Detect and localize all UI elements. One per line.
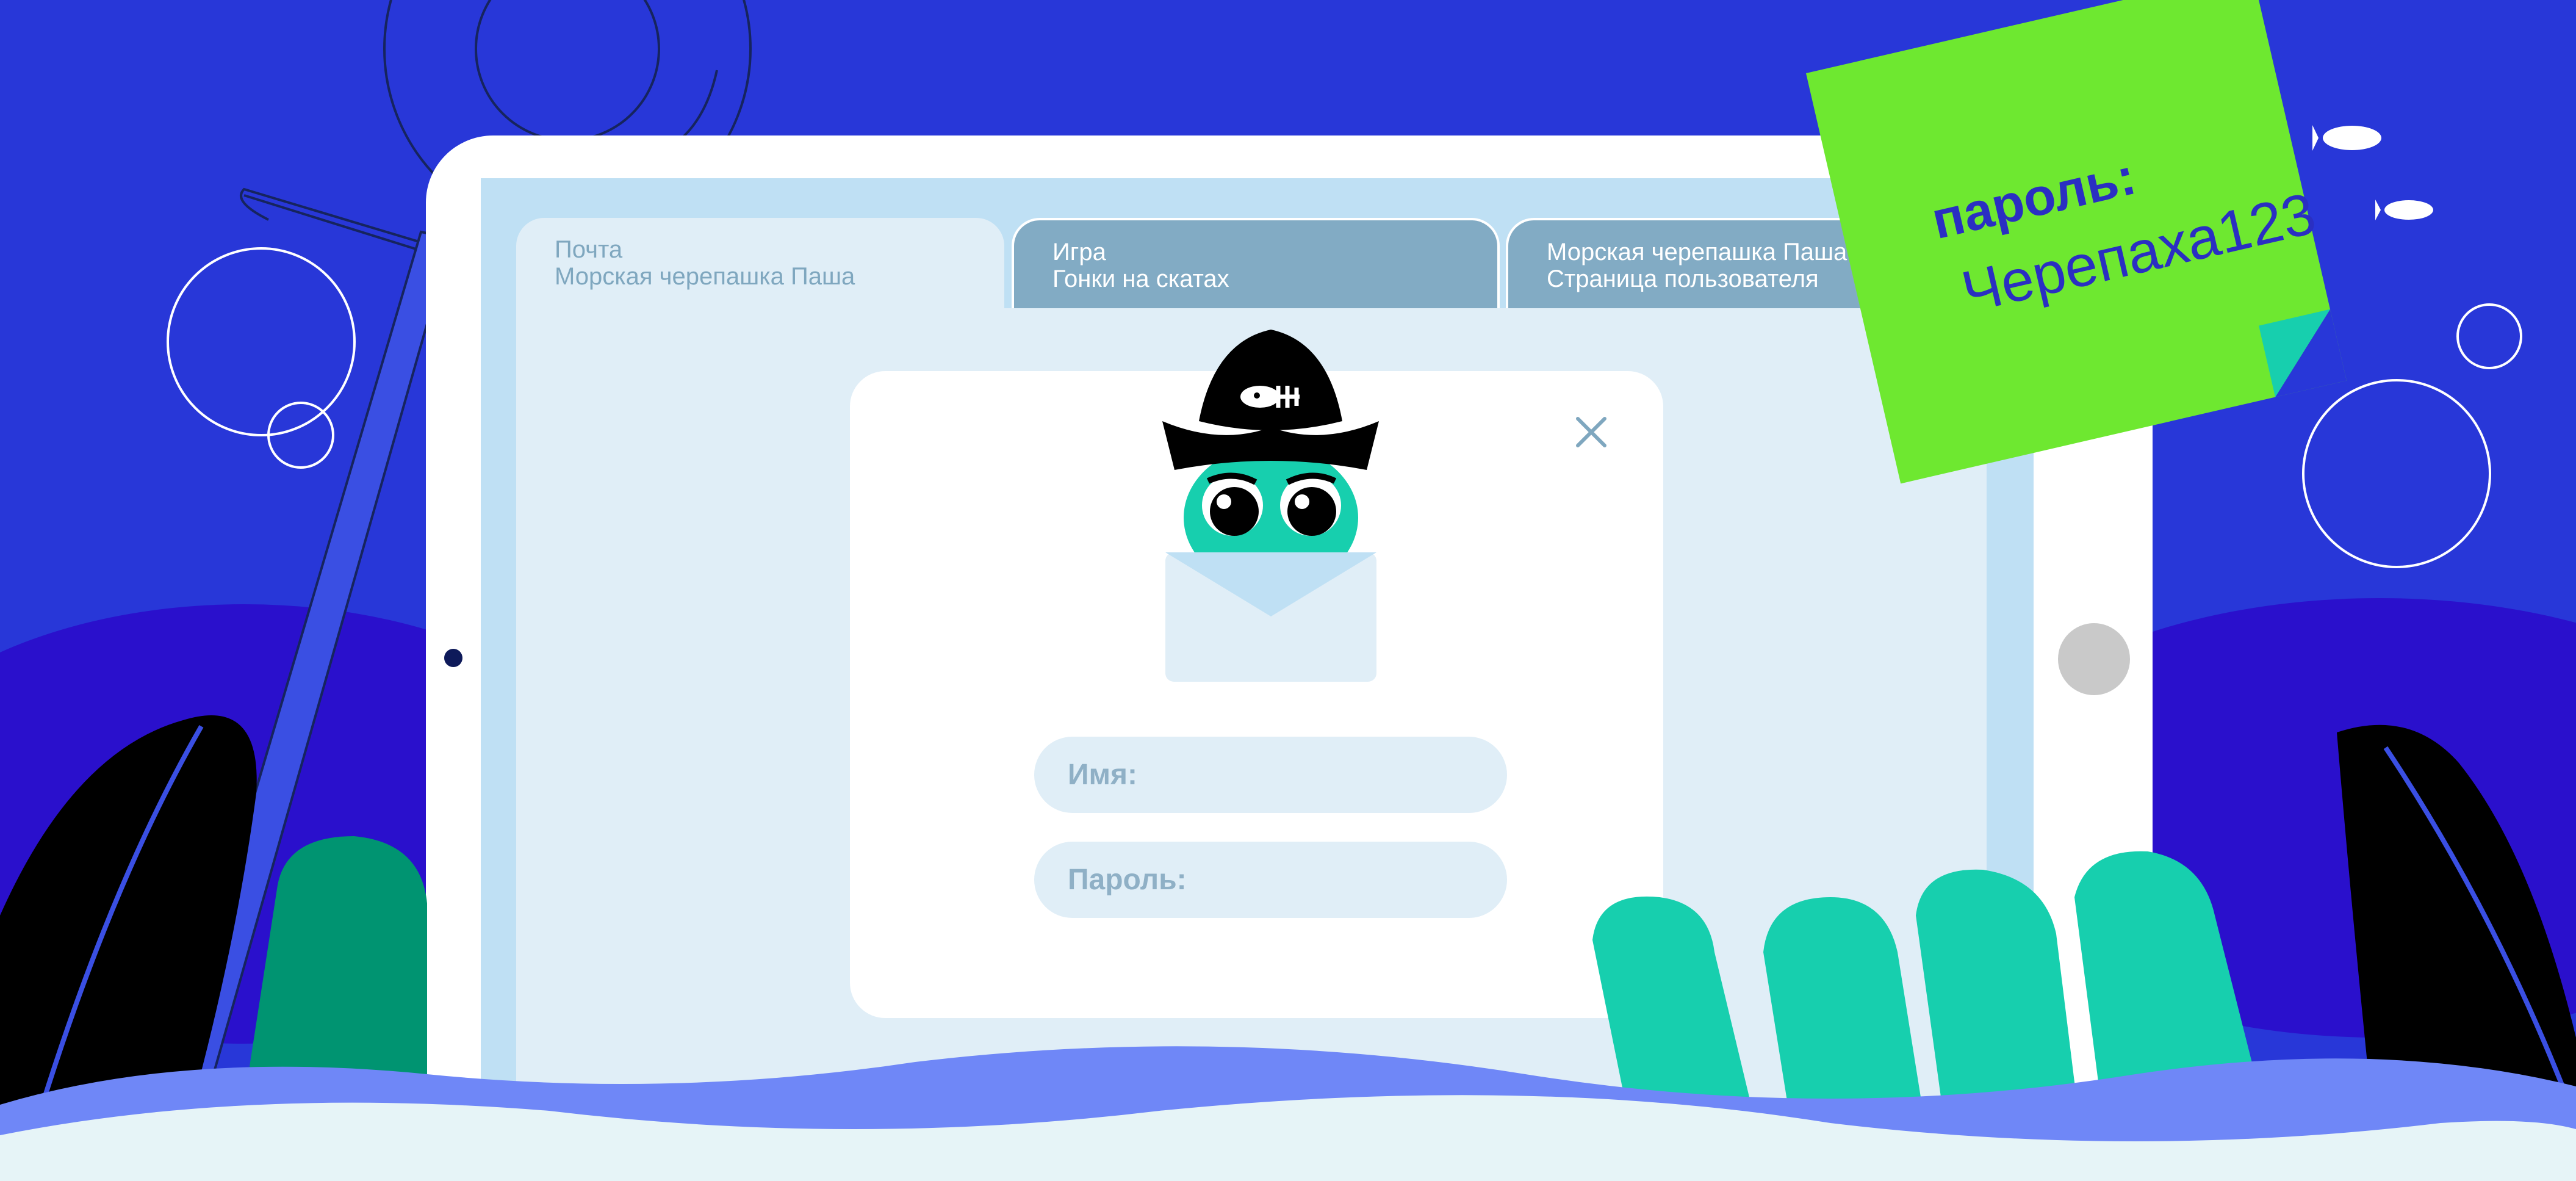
tablet-home-button[interactable] [2058, 623, 2130, 695]
tablet-camera [444, 649, 462, 667]
close-icon[interactable] [1567, 408, 1616, 457]
tab-subtitle: Гонки на скатах [1052, 265, 1229, 292]
tab-title: Почта [555, 236, 623, 263]
tab-subtitle: Морская черепашка Паша [555, 263, 855, 290]
password-field[interactable] [1034, 842, 1507, 918]
tab-game[interactable]: Игра Гонки на скатах [1012, 218, 1500, 308]
name-field[interactable] [1034, 737, 1507, 813]
tab-title: Игра [1052, 239, 1106, 265]
login-dialog [850, 371, 1663, 1018]
fish-icon [2312, 125, 2433, 220]
tab-mail[interactable]: Почта Морская черепашка Паша [516, 218, 1004, 308]
